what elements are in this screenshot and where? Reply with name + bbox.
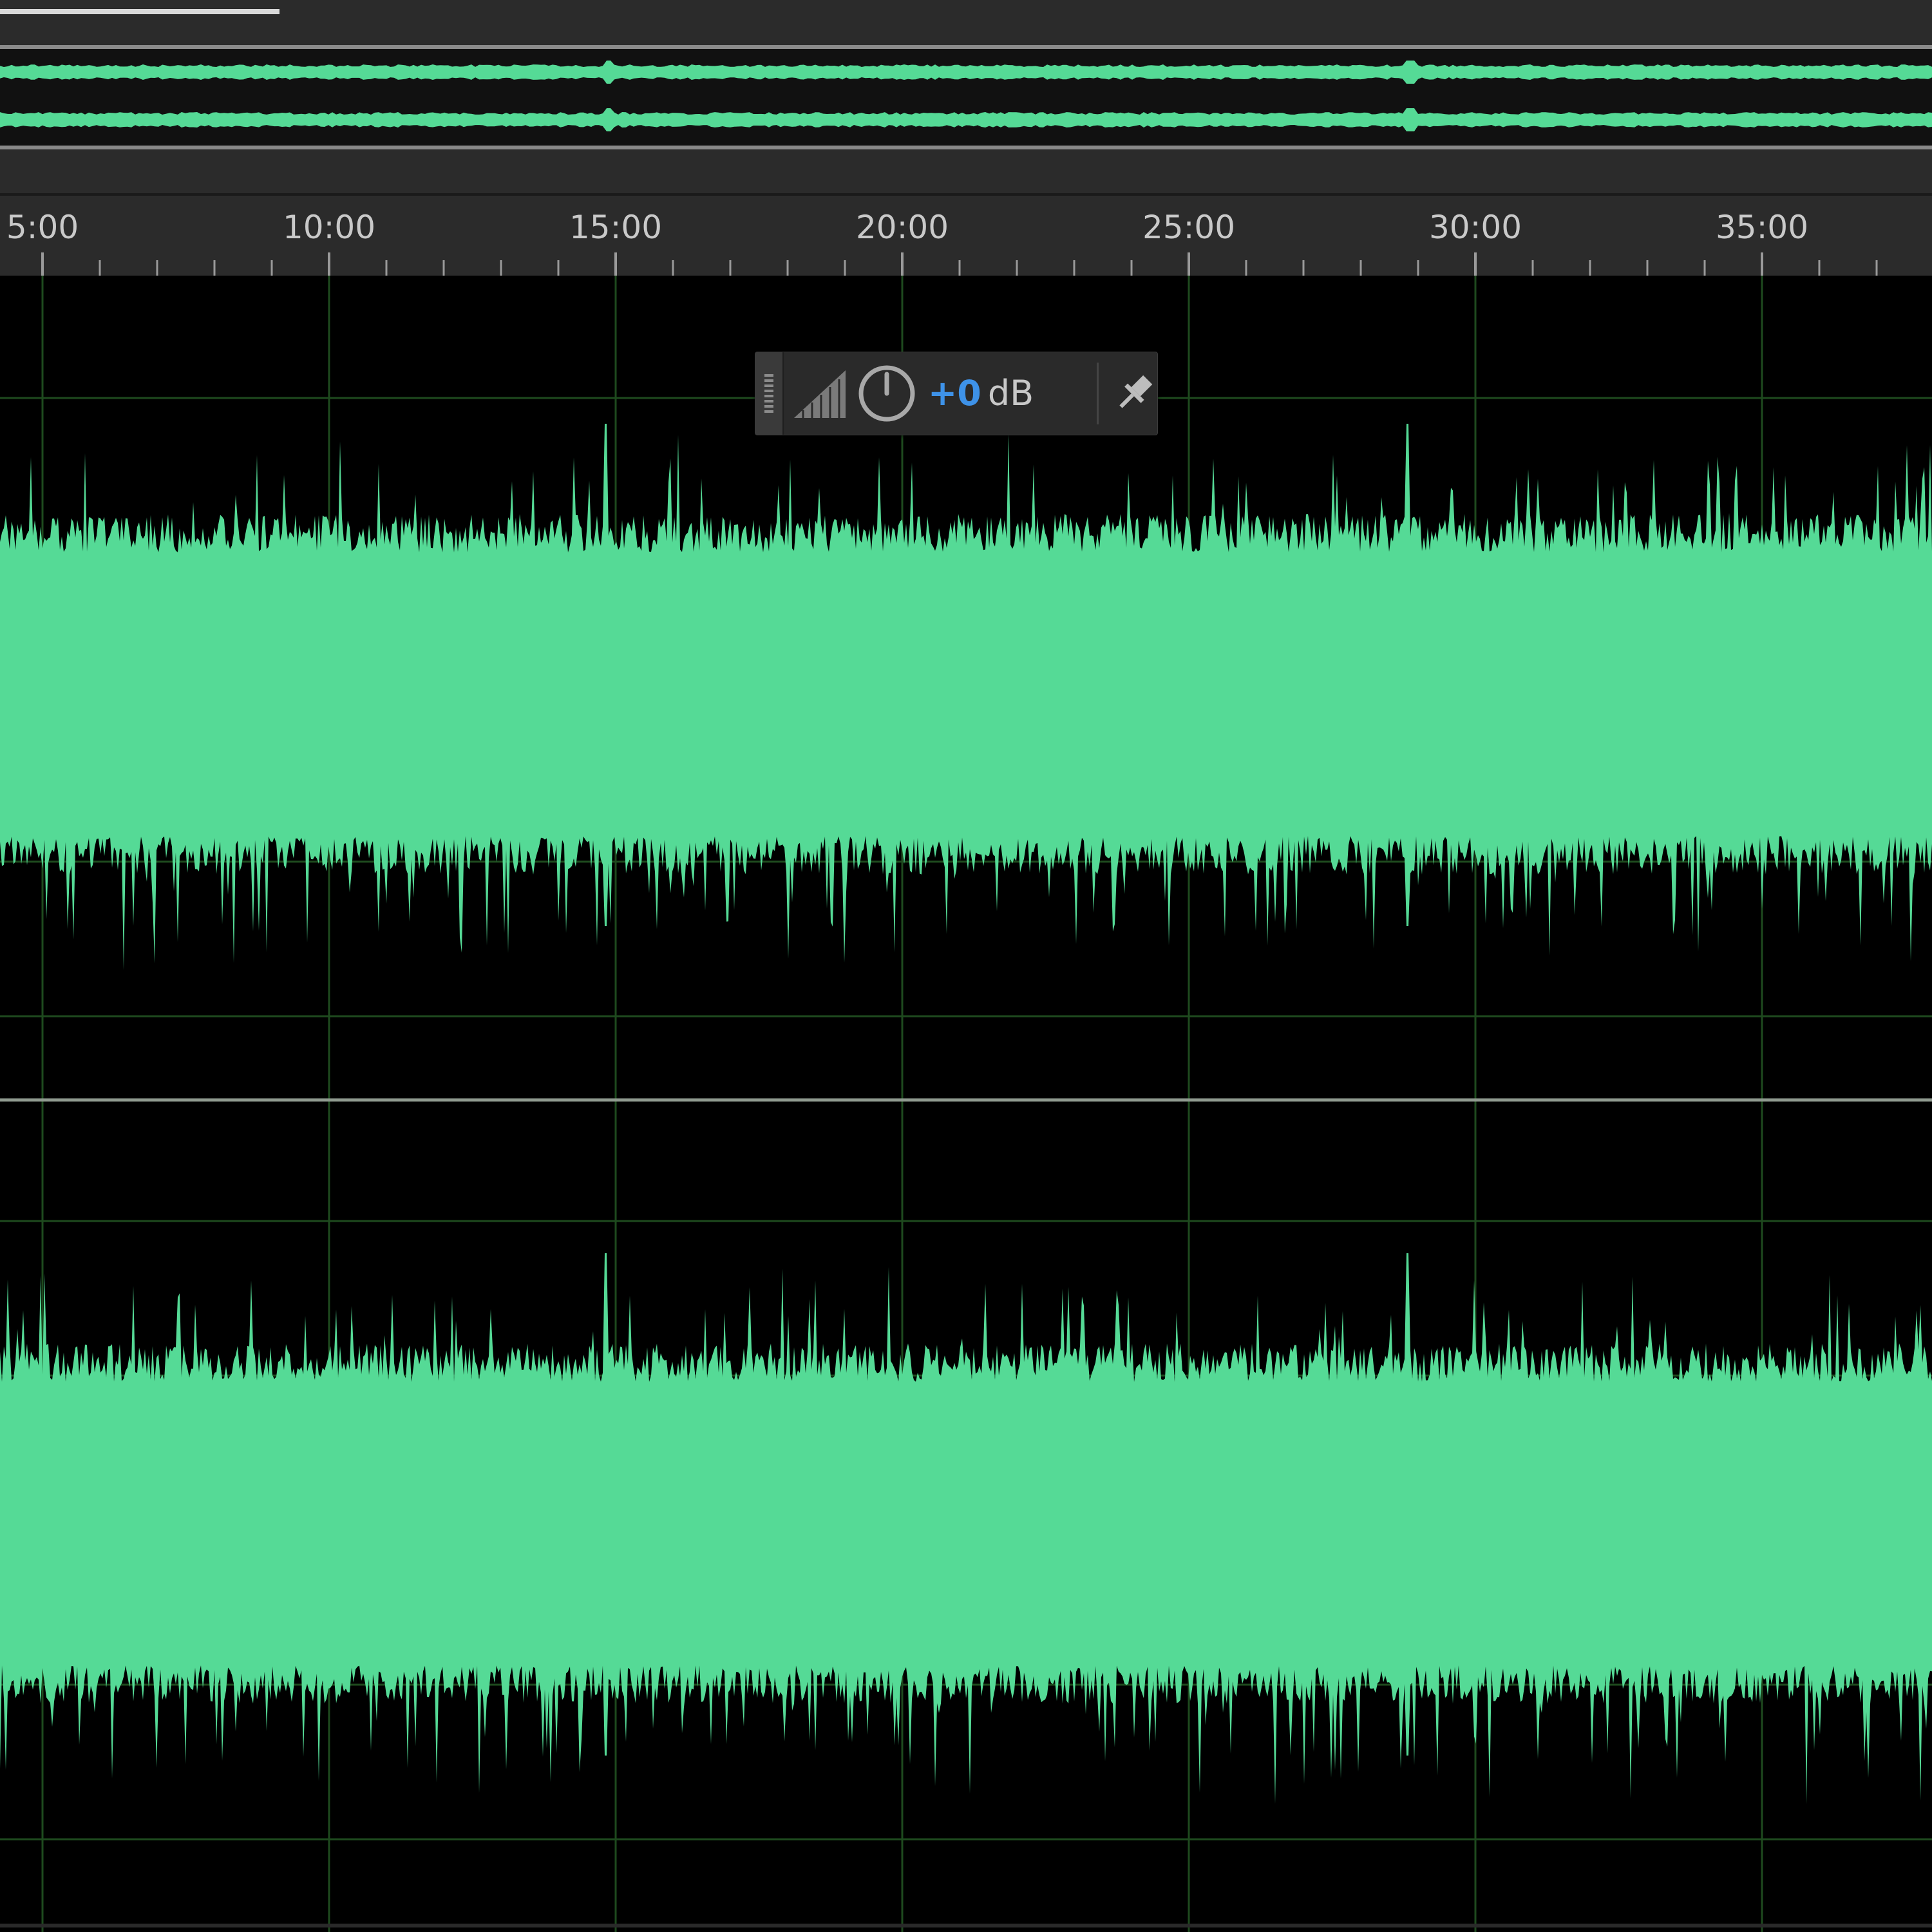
right-channel-waveform bbox=[0, 1253, 1932, 1804]
gain-unit: dB bbox=[987, 373, 1034, 413]
ruler-label-15: 15:00 bbox=[569, 209, 663, 246]
ruler-label-25: 25:00 bbox=[1142, 209, 1236, 246]
overview-waveform[interactable] bbox=[0, 45, 1932, 149]
ruler-label-20: 20:00 bbox=[855, 209, 949, 246]
overview-left-channel bbox=[0, 61, 1932, 84]
overview-right-channel bbox=[0, 108, 1932, 131]
waveform-display[interactable]: +0 dB bbox=[0, 276, 1932, 1932]
ruler-label-30: 30:00 bbox=[1428, 209, 1522, 246]
ruler-labels: 5:00 10:00 15:00 20:00 25:00 30:00 35:00 bbox=[0, 196, 1932, 278]
waveform-editor: 5:00 10:00 15:00 20:00 25:00 30:00 35:00 bbox=[0, 0, 1932, 1932]
pin-icon[interactable] bbox=[1108, 368, 1160, 419]
waveform-canvas bbox=[0, 276, 1932, 1932]
left-channel-waveform bbox=[0, 424, 1932, 971]
volume-knob-icon[interactable] bbox=[856, 363, 918, 424]
ruler-label-35: 35:00 bbox=[1715, 209, 1809, 246]
amplitude-icon bbox=[794, 370, 846, 418]
hud-separator bbox=[1097, 363, 1099, 424]
grip-handle-icon[interactable] bbox=[755, 352, 784, 435]
amplitude-hud[interactable]: +0 dB bbox=[755, 352, 1158, 435]
ruler-label-10: 10:00 bbox=[282, 209, 376, 246]
gain-readout[interactable]: +0 dB bbox=[928, 370, 1034, 417]
overview-waveform-graphic bbox=[0, 61, 1932, 131]
time-ruler[interactable]: 5:00 10:00 15:00 20:00 25:00 30:00 35:00 bbox=[0, 193, 1932, 278]
overview-viewport-indicator[interactable] bbox=[0, 9, 279, 14]
ruler-label-5: 5:00 bbox=[6, 209, 79, 246]
gain-value[interactable]: +0 bbox=[928, 373, 981, 413]
overview-panel[interactable] bbox=[0, 0, 1932, 193]
